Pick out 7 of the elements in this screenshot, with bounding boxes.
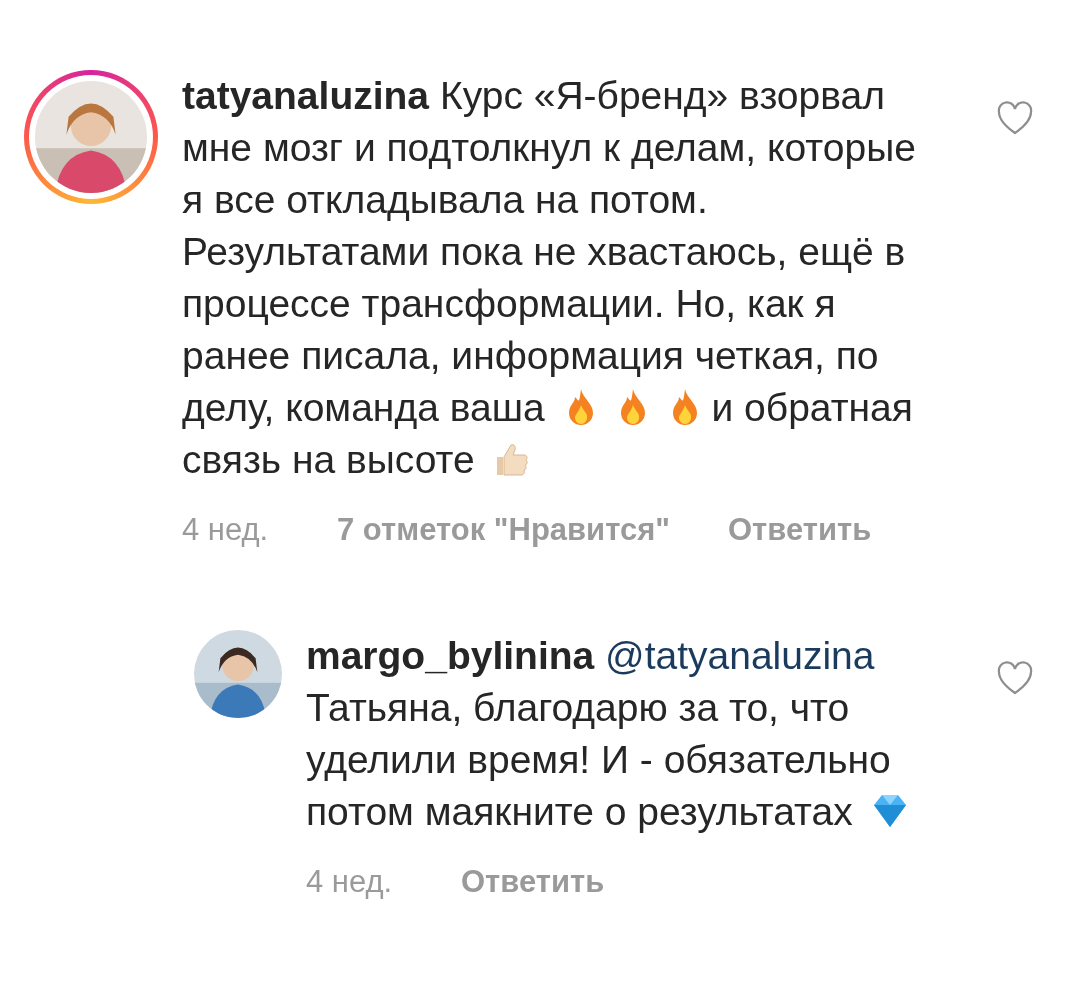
comment-time: 4 нед. [182, 511, 270, 549]
username-link[interactable]: margo_bylinina [306, 634, 595, 677]
comment-text: tatyanaluzina Курс «Я-бренд» взорвал мне мозг и подтолкнул к делам, которые я все откладывала на потом. Результатами пока не хвастаюсь, ещё в процессе трансформации. Но, как я ранее писала, информация четкая, по делу, команда ваша и обратная связь на высоте [182, 73, 917, 483]
mention-link[interactable]: @tatyanaluzina [605, 634, 875, 677]
comment-text: margo_bylinina @tatyanaluzina Татьяна, благодарю за то, что уделили время! И - обязательно потом маякните о результатах [306, 630, 926, 838]
username-link[interactable]: tatyanaluzina [182, 74, 430, 117]
comment-time: 4 нед. [306, 863, 394, 901]
